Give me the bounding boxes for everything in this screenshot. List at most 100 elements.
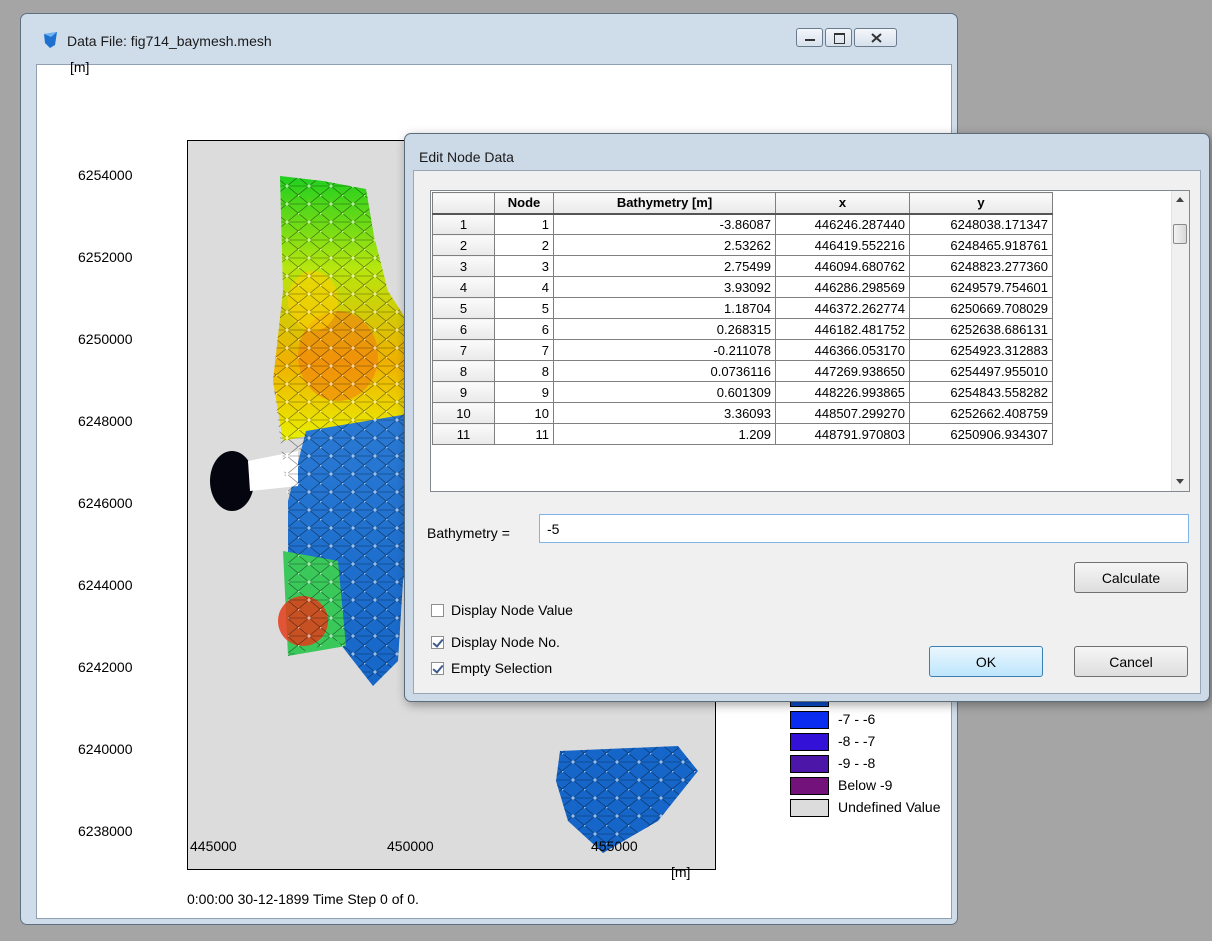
table-cell[interactable]: 6 bbox=[494, 318, 554, 340]
row-header[interactable]: 3 bbox=[432, 255, 495, 277]
table-cell[interactable]: 5 bbox=[494, 297, 554, 319]
table-cell[interactable]: 6248465.918761 bbox=[909, 234, 1053, 256]
table-cell[interactable]: 446366.053170 bbox=[775, 339, 910, 361]
table-cell[interactable]: 6248038.171347 bbox=[909, 213, 1053, 235]
table-row[interactable]: 4 4 3.93092 446286.298569 6249579.754601 bbox=[432, 276, 1053, 298]
table-cell[interactable]: 1.209 bbox=[553, 423, 776, 445]
table-cell[interactable]: 3.36093 bbox=[553, 402, 776, 424]
table-cell[interactable]: 6252662.408759 bbox=[909, 402, 1053, 424]
scroll-down-icon[interactable] bbox=[1176, 479, 1184, 484]
table-cell[interactable]: 448507.299270 bbox=[775, 402, 910, 424]
row-header[interactable]: 10 bbox=[432, 402, 495, 424]
table-cell[interactable]: 446094.680762 bbox=[775, 255, 910, 277]
row-header[interactable]: 6 bbox=[432, 318, 495, 340]
table-cell[interactable]: 6252638.686131 bbox=[909, 318, 1053, 340]
table-cell[interactable]: 2.75499 bbox=[553, 255, 776, 277]
table-cell[interactable]: 3.93092 bbox=[553, 276, 776, 298]
table-cell[interactable]: 446372.262774 bbox=[775, 297, 910, 319]
ok-button[interactable]: OK bbox=[929, 646, 1043, 677]
table-row[interactable]: 10 10 3.36093 448507.299270 6252662.408759 bbox=[432, 402, 1053, 424]
row-header[interactable]: 1 bbox=[432, 213, 495, 235]
cancel-button[interactable]: Cancel bbox=[1074, 646, 1188, 677]
node-data-grid[interactable]: Node Bathymetry [m] x y 1 1 -3.86087 446246… bbox=[430, 190, 1190, 492]
table-cell[interactable]: 10 bbox=[494, 402, 554, 424]
row-header[interactable]: 2 bbox=[432, 234, 495, 256]
table-cell[interactable]: 6250906.934307 bbox=[909, 423, 1053, 445]
legend-swatch bbox=[790, 799, 829, 817]
row-header[interactable]: 9 bbox=[432, 381, 495, 403]
y-tick: 6244000 bbox=[78, 577, 133, 593]
table-row[interactable]: 5 5 1.18704 446372.262774 6250669.708029 bbox=[432, 297, 1053, 319]
window-title: Data File: fig714_baymesh.mesh bbox=[67, 33, 272, 49]
column-header[interactable]: Node bbox=[494, 192, 554, 215]
table-cell[interactable]: 0.601309 bbox=[553, 381, 776, 403]
table-row[interactable]: 11 11 1.209 448791.970803 6250906.934307 bbox=[432, 423, 1053, 445]
maximize-button[interactable] bbox=[825, 28, 852, 47]
y-tick: 6240000 bbox=[78, 741, 133, 757]
row-header[interactable]: 11 bbox=[432, 423, 495, 445]
table-cell[interactable]: 9 bbox=[494, 381, 554, 403]
column-header[interactable]: x bbox=[775, 192, 910, 215]
table-row[interactable]: 2 2 2.53262 446419.552216 6248465.918761 bbox=[432, 234, 1053, 256]
table-cell[interactable]: -0.211078 bbox=[553, 339, 776, 361]
empty-selection-checkbox[interactable]: Empty Selection bbox=[431, 660, 552, 676]
table-row[interactable]: 1 1 -3.86087 446246.287440 6248038.171347 bbox=[432, 213, 1053, 235]
table-cell[interactable]: 446419.552216 bbox=[775, 234, 910, 256]
checkbox-box bbox=[431, 635, 444, 649]
table-cell[interactable]: 6249579.754601 bbox=[909, 276, 1053, 298]
legend-swatch bbox=[790, 777, 829, 795]
table-cell[interactable]: 446286.298569 bbox=[775, 276, 910, 298]
checkbox-box bbox=[431, 603, 444, 617]
row-header[interactable]: 5 bbox=[432, 297, 495, 319]
row-header[interactable]: 7 bbox=[432, 339, 495, 361]
column-header[interactable] bbox=[432, 192, 495, 215]
column-header[interactable]: y bbox=[909, 192, 1053, 215]
table-cell[interactable]: 1.18704 bbox=[553, 297, 776, 319]
app-icon bbox=[44, 32, 57, 48]
row-header[interactable]: 4 bbox=[432, 276, 495, 298]
table-cell[interactable]: 11 bbox=[494, 423, 554, 445]
table-cell[interactable]: 6254923.312883 bbox=[909, 339, 1053, 361]
node-table: Node Bathymetry [m] x y 1 1 -3.86087 446246… bbox=[432, 192, 1053, 445]
table-cell[interactable]: 446182.481752 bbox=[775, 318, 910, 340]
table-cell[interactable]: 6254497.955010 bbox=[909, 360, 1053, 382]
table-cell[interactable]: 1 bbox=[494, 213, 554, 235]
formula-input[interactable] bbox=[539, 514, 1189, 543]
column-header[interactable]: Bathymetry [m] bbox=[553, 192, 776, 215]
calculate-button[interactable]: Calculate bbox=[1074, 562, 1188, 593]
display-node-no-checkbox[interactable]: Display Node No. bbox=[431, 634, 560, 650]
grid-scrollbar[interactable] bbox=[1171, 191, 1189, 491]
table-cell[interactable]: 2 bbox=[494, 234, 554, 256]
table-cell[interactable]: 6250669.708029 bbox=[909, 297, 1053, 319]
scroll-thumb[interactable] bbox=[1173, 224, 1187, 244]
table-cell[interactable]: 3 bbox=[494, 255, 554, 277]
table-row[interactable]: 7 7 -0.211078 446366.053170 6254923.312883 bbox=[432, 339, 1053, 361]
table-cell[interactable]: 0.268315 bbox=[553, 318, 776, 340]
table-row[interactable]: 8 8 0.0736116 447269.938650 6254497.955010 bbox=[432, 360, 1053, 382]
table-row[interactable]: 3 3 2.75499 446094.680762 6248823.277360 bbox=[432, 255, 1053, 277]
table-cell[interactable]: 8 bbox=[494, 360, 554, 382]
table-cell[interactable]: -3.86087 bbox=[553, 213, 776, 235]
table-cell[interactable]: 6254843.558282 bbox=[909, 381, 1053, 403]
minimize-button[interactable] bbox=[796, 28, 823, 47]
table-row[interactable]: 6 6 0.268315 446182.481752 6252638.686131 bbox=[432, 318, 1053, 340]
y-tick: 6250000 bbox=[78, 331, 133, 347]
display-node-value-checkbox[interactable]: Display Node Value bbox=[431, 602, 573, 618]
table-cell[interactable]: 2.53262 bbox=[553, 234, 776, 256]
scroll-up-icon[interactable] bbox=[1176, 197, 1184, 202]
row-header[interactable]: 8 bbox=[432, 360, 495, 382]
table-cell[interactable]: 7 bbox=[494, 339, 554, 361]
close-button[interactable] bbox=[854, 28, 897, 47]
table-cell[interactable]: 448791.970803 bbox=[775, 423, 910, 445]
legend-label: Below -9 bbox=[838, 777, 893, 793]
x-tick: 455000 bbox=[591, 838, 638, 854]
table-cell[interactable]: 447269.938650 bbox=[775, 360, 910, 382]
edit-node-dialog: Edit Node Data Node Bathymetry [m] x y 1… bbox=[404, 133, 1210, 702]
table-row[interactable]: 9 9 0.601309 448226.993865 6254843.558282 bbox=[432, 381, 1053, 403]
table-cell[interactable]: 448226.993865 bbox=[775, 381, 910, 403]
y-axis-unit: [m] bbox=[70, 59, 90, 75]
table-cell[interactable]: 4 bbox=[494, 276, 554, 298]
table-cell[interactable]: 446246.287440 bbox=[775, 213, 910, 235]
table-cell[interactable]: 6248823.277360 bbox=[909, 255, 1053, 277]
table-cell[interactable]: 0.0736116 bbox=[553, 360, 776, 382]
